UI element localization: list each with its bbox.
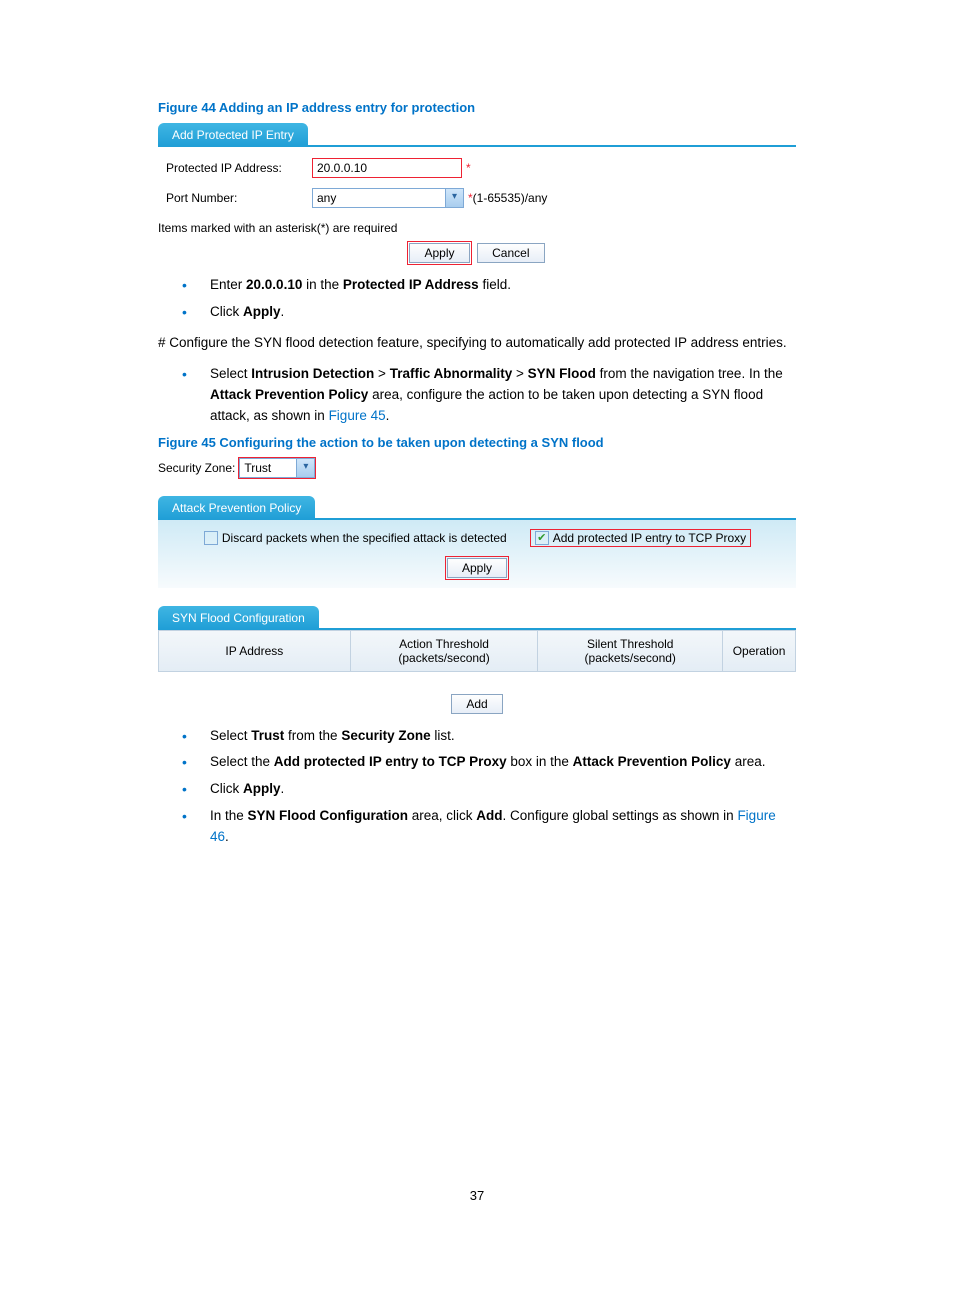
page-number: 37 — [158, 1188, 796, 1203]
col-ip-address: IP Address — [159, 631, 351, 671]
instruction-bullet: Enter 20.0.0.10 in the Protected IP Addr… — [182, 275, 796, 296]
checkbox-unchecked-icon — [204, 531, 218, 545]
add-protected-ip-tab[interactable]: Add Protected IP Entry — [158, 123, 308, 147]
port-number-value: any — [313, 189, 445, 207]
add-button[interactable]: Add — [451, 694, 502, 714]
security-zone-value: Trust — [240, 459, 296, 477]
port-hint: *(1-65535)/any — [468, 191, 547, 205]
paragraph: # Configure the SYN flood detection feat… — [158, 333, 796, 354]
add-protected-ip-checkbox[interactable]: ✔ Add protected IP entry to TCP Proxy — [531, 530, 750, 546]
port-number-select[interactable]: any ▾ — [312, 188, 464, 208]
figure-45-link[interactable]: Figure 45 — [329, 408, 386, 423]
instruction-bullet: Select the Add protected IP entry to TCP… — [182, 752, 796, 773]
protected-ip-label: Protected IP Address: — [166, 161, 312, 175]
apply-button[interactable]: Apply — [409, 243, 469, 263]
syn-flood-table-header: IP Address Action Threshold (packets/sec… — [158, 630, 796, 672]
protected-ip-input[interactable] — [312, 158, 462, 178]
figure-44-caption: Figure 44 Adding an IP address entry for… — [158, 100, 796, 115]
figure-45-caption: Figure 45 Configuring the action to be t… — [158, 435, 796, 450]
discard-packets-label: Discard packets when the specified attac… — [222, 531, 507, 545]
instruction-bullet: In the SYN Flood Configuration area, cli… — [182, 806, 796, 848]
figure-45-screenshot: Security Zone: Trust ▾ Attack Prevention… — [158, 458, 796, 718]
col-operation: Operation — [723, 631, 795, 671]
chevron-down-icon: ▾ — [296, 459, 314, 477]
asterisk-icon: * — [466, 161, 471, 175]
required-note: Items marked with an asterisk(*) are req… — [158, 221, 796, 235]
syn-flood-configuration-tab[interactable]: SYN Flood Configuration — [158, 606, 319, 630]
attack-prevention-policy-tab[interactable]: Attack Prevention Policy — [158, 496, 315, 520]
cancel-button[interactable]: Cancel — [477, 243, 544, 263]
chevron-down-icon: ▾ — [445, 189, 463, 207]
col-silent-threshold: Silent Threshold (packets/second) — [538, 631, 723, 671]
security-zone-select[interactable]: Trust ▾ — [239, 458, 315, 478]
apply-button[interactable]: Apply — [447, 558, 507, 578]
add-protected-ip-label: Add protected IP entry to TCP Proxy — [553, 531, 746, 545]
document-page: Figure 44 Adding an IP address entry for… — [0, 0, 954, 1263]
col-action-threshold: Action Threshold (packets/second) — [351, 631, 539, 671]
port-number-label: Port Number: — [166, 191, 312, 205]
instruction-bullet: Click Apply. — [182, 302, 796, 323]
instruction-bullet: Select Trust from the Security Zone list… — [182, 726, 796, 747]
instruction-bullet: Click Apply. — [182, 779, 796, 800]
checkbox-checked-icon: ✔ — [535, 531, 549, 545]
figure-44-screenshot: Add Protected IP Entry Protected IP Addr… — [158, 123, 796, 267]
discard-packets-checkbox[interactable]: Discard packets when the specified attac… — [204, 531, 507, 545]
instruction-bullet: Select Intrusion Detection > Traffic Abn… — [182, 364, 796, 427]
security-zone-label: Security Zone: — [158, 461, 235, 475]
